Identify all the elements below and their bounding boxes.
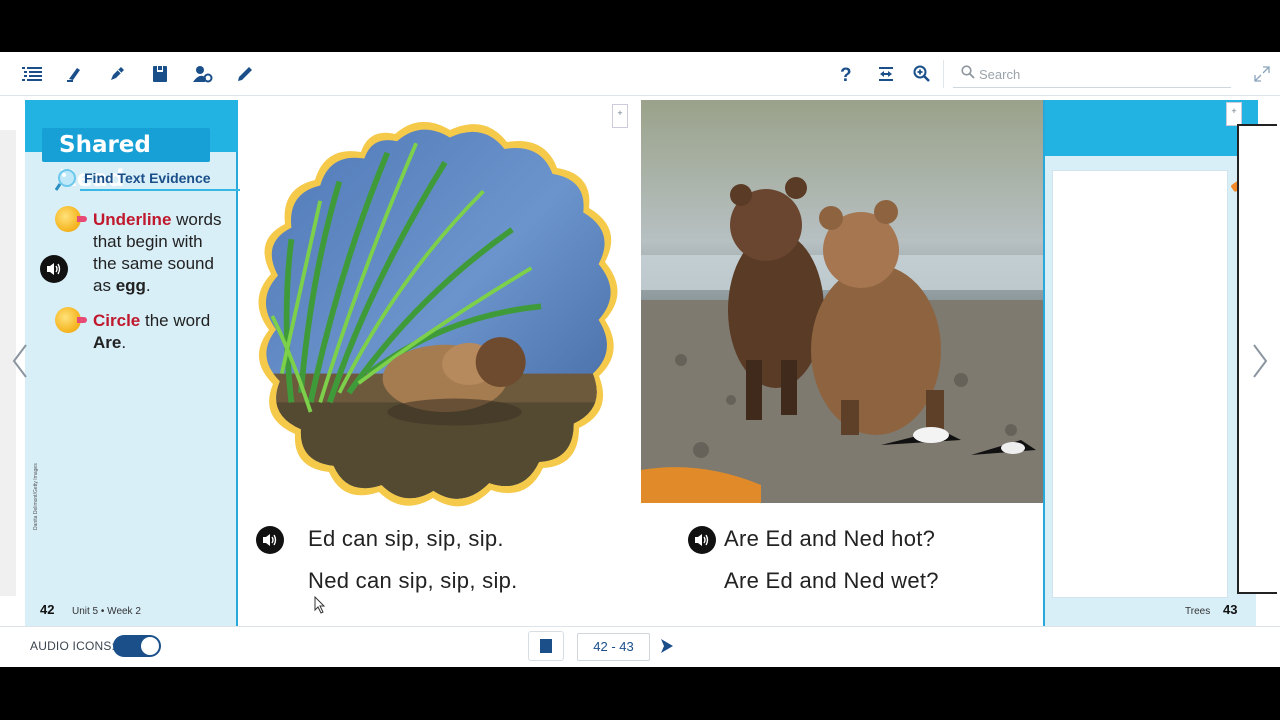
previous-page-arrow-icon[interactable] bbox=[10, 341, 30, 381]
page-number-right: 43 bbox=[1223, 602, 1238, 617]
find-text-evidence-label: Find Text Evidence bbox=[84, 170, 211, 186]
evidence-underline bbox=[80, 189, 254, 191]
instruction-circle: Circle the word Are. bbox=[93, 311, 211, 352]
highlighter-pencil-icon bbox=[55, 206, 87, 232]
audio-icons-label: AUDIO ICONS: bbox=[30, 639, 116, 653]
page-content: + Ed can sip, sip, sip. Ned can sip, sip… bbox=[240, 100, 1043, 626]
audio-play-button-sentence1[interactable] bbox=[256, 526, 284, 554]
audio-play-button-sentence3[interactable] bbox=[688, 526, 716, 554]
ebook-reader: ? Shared Read Find Text Evidence bbox=[0, 52, 1280, 667]
page-number-left: 42 bbox=[40, 602, 55, 617]
mouse-cursor-icon bbox=[314, 596, 326, 614]
pencil-icon[interactable] bbox=[233, 62, 257, 86]
highlighter-icon[interactable] bbox=[62, 62, 86, 86]
sentence-2: Ned can sip, sip, sip. bbox=[308, 568, 518, 593]
two-bears-photo bbox=[641, 100, 1043, 503]
zoom-in-icon[interactable] bbox=[910, 62, 934, 86]
sentence-4: Are Ed and Ned wet? bbox=[724, 568, 939, 593]
find-text-evidence: Find Text Evidence bbox=[55, 168, 254, 191]
search-box[interactable] bbox=[953, 60, 1231, 88]
help-icon[interactable]: ? bbox=[834, 62, 858, 86]
toolbar-divider bbox=[943, 60, 944, 88]
search-input[interactable] bbox=[979, 64, 1219, 84]
play-next-icon[interactable] bbox=[659, 635, 675, 657]
audio-icons-toggle[interactable] bbox=[113, 635, 161, 657]
sentence-1: Ed can sip, sip, sip. bbox=[308, 526, 504, 551]
sentence-3: Are Ed and Ned hot? bbox=[724, 526, 936, 551]
instruction-underline: Underline words that begin with the same… bbox=[93, 210, 222, 295]
page-range-input[interactable]: 42 - 43 bbox=[577, 633, 650, 661]
notes-panel[interactable] bbox=[1052, 170, 1228, 598]
stop-icon bbox=[540, 639, 552, 653]
magnifier-icon bbox=[55, 169, 76, 191]
user-settings-icon[interactable] bbox=[191, 62, 215, 86]
audio-play-button[interactable] bbox=[40, 255, 68, 283]
bottom-bar: AUDIO ICONS: 42 - 43 bbox=[0, 626, 1280, 667]
speaker-icon bbox=[47, 263, 61, 275]
notebook-icon[interactable] bbox=[148, 62, 172, 86]
speaker-icon bbox=[263, 534, 277, 546]
photo-credit: Danita Delimont/Getty Images bbox=[33, 463, 39, 530]
shared-read-heading: Shared Read bbox=[42, 128, 210, 192]
pen-icon[interactable] bbox=[105, 62, 129, 86]
speaker-icon bbox=[695, 534, 709, 546]
toggle-knob bbox=[141, 637, 159, 655]
unit-week-label: Unit 5 • Week 2 bbox=[72, 606, 141, 617]
fullscreen-icon[interactable] bbox=[1250, 62, 1274, 86]
toolbar: ? bbox=[0, 52, 1280, 96]
bears-drinking-photo bbox=[258, 121, 618, 507]
svg-text:?: ? bbox=[840, 65, 852, 84]
highlighter-pencil-icon bbox=[55, 307, 87, 333]
next-page-arrow-icon[interactable] bbox=[1250, 341, 1270, 381]
search-icon bbox=[961, 65, 975, 84]
story-title-label: Trees bbox=[1185, 606, 1211, 617]
list-icon[interactable] bbox=[20, 62, 44, 86]
right-page-sidebar: + Trees 43 bbox=[1043, 100, 1258, 626]
bookmark-right-button[interactable]: + bbox=[1226, 102, 1242, 126]
book-spread: Shared Read Find Text Evidence Underline… bbox=[0, 96, 1280, 626]
left-page-sidebar: Shared Read Find Text Evidence Underline… bbox=[0, 100, 254, 626]
fit-width-icon[interactable] bbox=[874, 62, 898, 86]
stop-button[interactable] bbox=[528, 631, 564, 661]
